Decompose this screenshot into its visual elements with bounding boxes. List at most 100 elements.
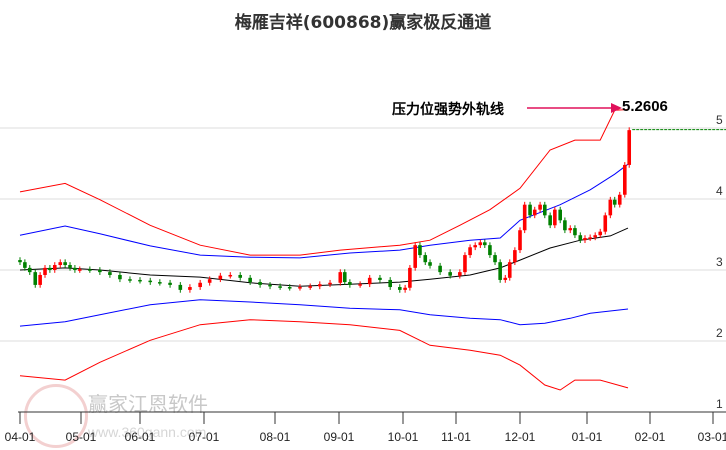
candle-down <box>378 277 382 280</box>
candle-up <box>522 204 527 231</box>
candle-up <box>367 277 372 285</box>
candle-up <box>598 231 603 236</box>
candle-up <box>358 284 362 286</box>
candle-down <box>448 272 452 276</box>
candle-down <box>528 204 532 216</box>
x-tick-label: 12-01 <box>505 430 536 444</box>
candle-down <box>428 262 432 266</box>
x-tick-label: 09-01 <box>324 430 355 444</box>
candle-up <box>478 242 483 246</box>
candle-up <box>608 199 613 216</box>
x-tick-label: 03-01 <box>698 430 726 444</box>
candle-down <box>248 277 252 283</box>
x-tick-label: 10-01 <box>388 430 419 444</box>
channel-line-inner-upper <box>19 163 629 259</box>
candle-down <box>493 255 497 263</box>
candle-up <box>338 272 343 283</box>
candle-down <box>488 245 492 256</box>
candle-down <box>138 279 142 282</box>
candle-down <box>423 255 428 263</box>
y-tick-label: 2 <box>716 326 723 340</box>
candle-up <box>588 237 592 239</box>
candle-up <box>408 267 412 288</box>
candle-down <box>68 265 72 268</box>
candle-up <box>403 287 407 290</box>
x-tick-label: 08-01 <box>260 430 291 444</box>
candle-up <box>308 286 312 288</box>
x-tick-label: 04-01 <box>5 430 36 444</box>
x-tick-label: 07-01 <box>189 430 220 444</box>
annotation-arrowhead-icon <box>611 103 622 113</box>
candle-up <box>52 265 57 270</box>
candle-down <box>348 282 352 285</box>
channel-line-outer-lower <box>19 319 629 391</box>
candle-down <box>578 235 583 241</box>
candle-up <box>553 209 557 226</box>
candle-down <box>438 265 442 273</box>
candle-down <box>498 262 502 280</box>
candle-down <box>18 260 22 263</box>
candle-down <box>548 215 552 226</box>
candle-up <box>513 250 517 263</box>
candle-down <box>33 272 38 285</box>
candle-up <box>568 228 573 231</box>
candle-up <box>458 272 462 276</box>
candle-down <box>98 270 102 273</box>
candle-down <box>563 220 567 231</box>
candle-up <box>318 284 322 287</box>
candle-up <box>583 238 587 241</box>
candle-up <box>298 287 302 289</box>
candle-down <box>573 228 577 236</box>
candle-down <box>23 262 27 268</box>
candle-down <box>258 282 262 285</box>
x-tick-label: 06-01 <box>125 430 156 444</box>
x-tick-label: 01-01 <box>572 430 603 444</box>
candle-down <box>558 209 562 221</box>
candle-down <box>483 242 487 246</box>
candle-up <box>328 282 332 285</box>
candle-up <box>538 204 542 210</box>
y-tick-label: 3 <box>716 255 723 269</box>
candle-up <box>518 230 522 251</box>
candle-up <box>507 262 512 278</box>
candle-down <box>73 267 77 270</box>
candle-down <box>48 267 52 270</box>
candle-up <box>77 269 82 271</box>
y-tick-label: 5 <box>716 113 723 127</box>
y-tick-label: 4 <box>716 184 723 198</box>
candle-up <box>593 235 597 238</box>
candle-down <box>268 284 272 287</box>
candle-up <box>38 274 42 285</box>
candle-down <box>542 204 547 216</box>
candle-up <box>468 247 472 256</box>
candle-down <box>118 274 122 280</box>
annotation-label: 压力位强势外轨线 <box>392 102 504 118</box>
candle-down <box>388 279 392 288</box>
channel-line-outer-upper <box>19 109 629 256</box>
candle-up <box>218 275 223 280</box>
candle-up <box>43 267 47 275</box>
candle-down <box>342 272 347 283</box>
candle-up <box>473 245 477 248</box>
x-tick-label: 02-01 <box>635 430 666 444</box>
x-tick-label: 05-01 <box>66 430 97 444</box>
candle-down <box>27 267 32 273</box>
candle-up <box>603 215 608 232</box>
candle-down <box>178 284 183 290</box>
candle-down <box>612 199 617 205</box>
candle-up <box>617 194 622 205</box>
channel-line-inner-lower <box>19 299 629 327</box>
candle-up <box>503 277 508 280</box>
candle-up <box>228 274 233 277</box>
candle-up <box>58 262 63 266</box>
candle-down <box>108 272 112 275</box>
candle-down <box>148 280 153 283</box>
candle-up <box>623 164 627 195</box>
x-tick-label: 11-01 <box>441 430 471 444</box>
candle-down <box>278 286 282 288</box>
candle-up <box>188 287 192 290</box>
candle-down <box>88 269 92 271</box>
candle-up <box>413 245 417 268</box>
candle-down <box>128 279 132 281</box>
candle-up <box>627 130 632 165</box>
